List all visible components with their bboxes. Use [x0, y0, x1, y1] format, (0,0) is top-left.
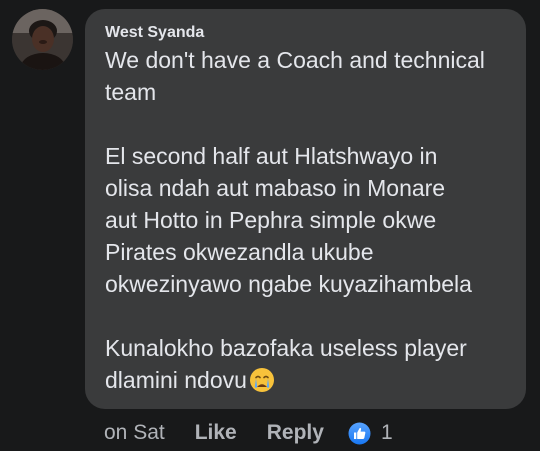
comment-line: Pirates okwezandla ukube	[105, 239, 374, 265]
comment-line: Kunalokho bazofaka useless player	[105, 335, 467, 361]
crying-face-icon	[249, 367, 275, 401]
avatar[interactable]	[12, 9, 73, 70]
like-button[interactable]: Like	[195, 421, 237, 445]
avatar-image	[12, 9, 73, 70]
comment-line: We don't have a Coach and technical	[105, 47, 485, 73]
reply-button[interactable]: Reply	[267, 421, 324, 445]
comment-line: dlamini ndovu	[105, 367, 247, 393]
comment-timestamp[interactable]: on Sat	[104, 421, 165, 445]
comment-line: aut Hotto in Pephra simple okwe	[105, 207, 437, 233]
comment-body: We don't have a Coach and technical team…	[105, 44, 508, 401]
comment-line: olisa ndah aut mabaso in Monare	[105, 175, 446, 201]
comment-paragraph: El second half aut Hlatshwayo in olisa n…	[105, 140, 508, 300]
comment-paragraph: Kunalokho bazofaka useless player dlamin…	[105, 332, 508, 401]
reaction-count[interactable]: 1	[381, 421, 393, 445]
comment-paragraph: We don't have a Coach and technical team	[105, 44, 508, 108]
comment-bubble: West Syanda We don't have a Coach and te…	[85, 9, 526, 409]
comment-line: team	[105, 79, 157, 105]
comment-screen: West Syanda We don't have a Coach and te…	[0, 0, 540, 451]
comment-author[interactable]: West Syanda	[105, 23, 508, 42]
like-reaction-icon[interactable]	[348, 422, 371, 445]
comment-line: El second half aut Hlatshwayo in	[105, 143, 438, 169]
comment-actions: on Sat Like Reply 1	[104, 420, 393, 446]
comment-line: okwezinyawo ngabe kuyazihambela	[105, 271, 472, 297]
